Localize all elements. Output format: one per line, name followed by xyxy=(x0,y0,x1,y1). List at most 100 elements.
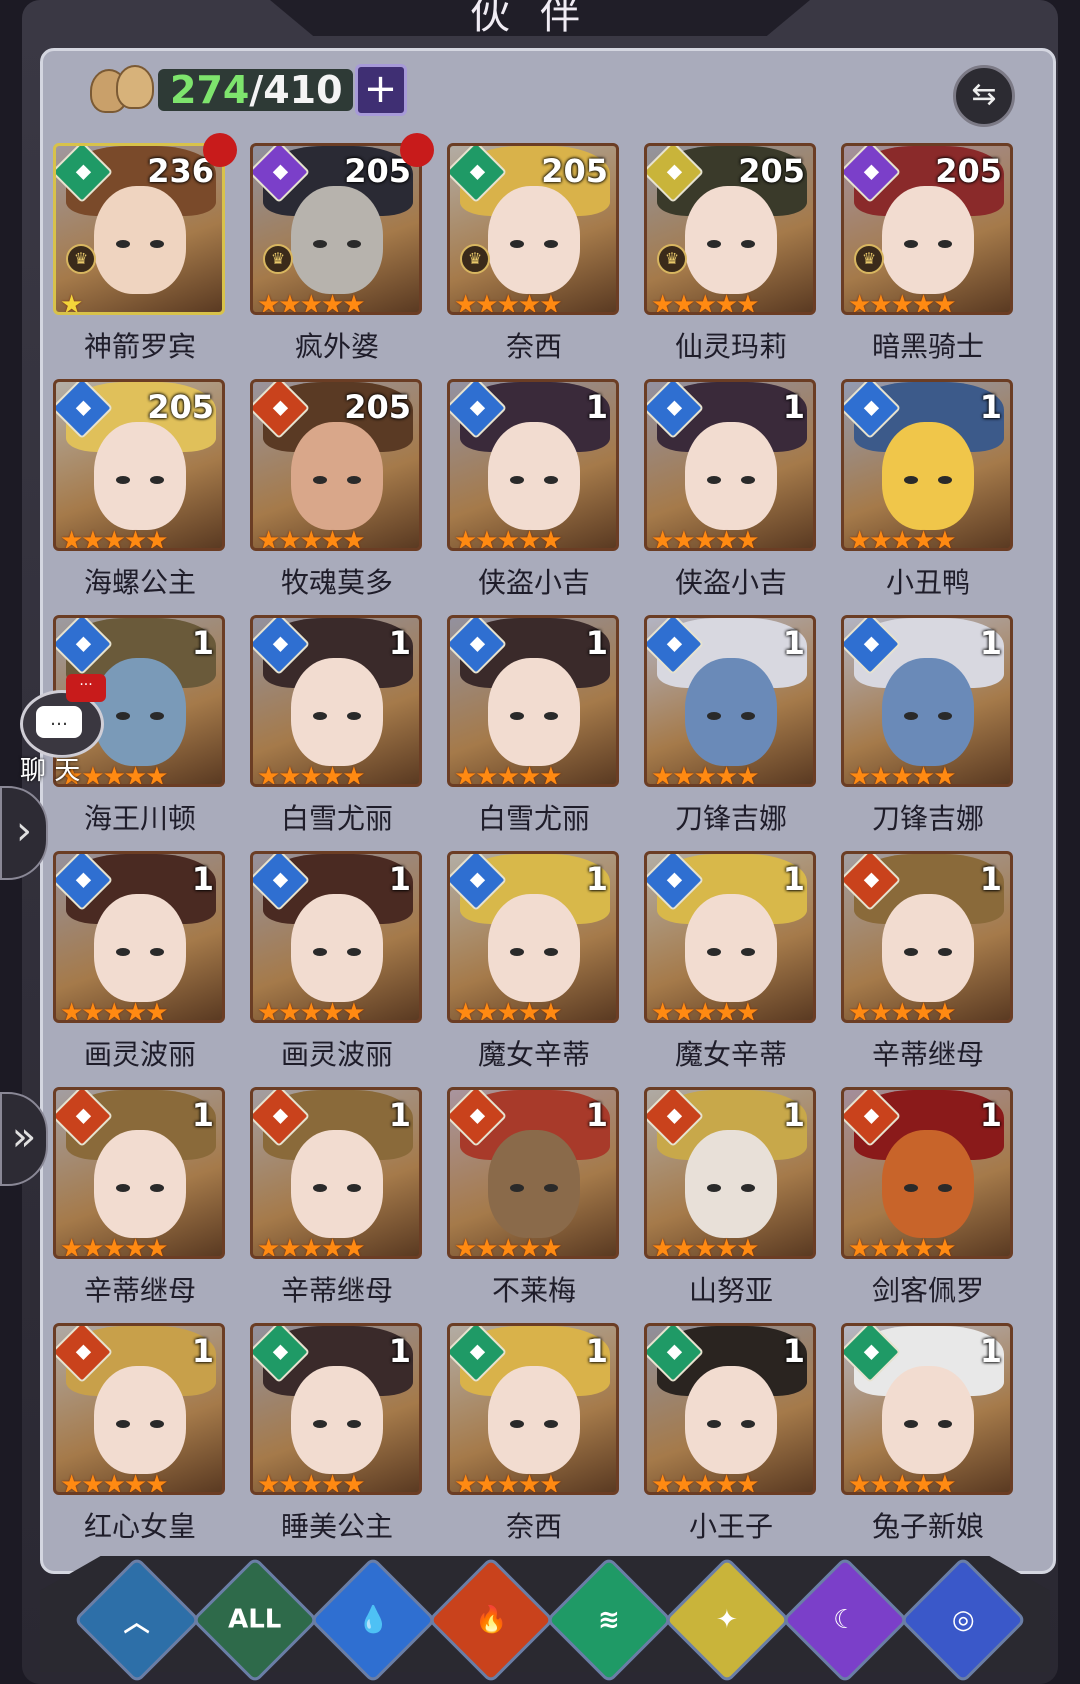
filter-label: 💧 xyxy=(356,1605,390,1635)
partner-name: 侠盗小吉 xyxy=(674,566,787,599)
partner-card[interactable]: ◆ 1 ★★★★★ 剑客佩罗 xyxy=(841,1087,1015,1309)
partner-portrait: ◆ 1 ★★★★★ xyxy=(644,379,816,551)
chat-icon: … xyxy=(36,706,82,738)
partner-level: 1 xyxy=(782,1096,805,1134)
partner-portrait: ◆ 1 ★★★★★ xyxy=(841,851,1013,1023)
partner-card[interactable]: ◆ 205 ★★★★★ 牧魂莫多 xyxy=(250,379,424,601)
light-filter-icon[interactable]: ✦ xyxy=(663,1556,791,1684)
partner-card[interactable]: ◆ 1 ★★★★★ 辛蒂继母 xyxy=(53,1087,227,1309)
star-rating: ★★★★★ xyxy=(454,1470,563,1495)
roster-counter: 274 / 410 + xyxy=(88,64,407,116)
partner-card[interactable]: ◆ 1 ★★★★★ 兔子新娘 xyxy=(841,1323,1015,1545)
partner-name: 白雪尤丽 xyxy=(280,802,393,835)
partner-portrait: ◆ 1 ★★★★★ xyxy=(841,1323,1013,1495)
filter-label: ︿ xyxy=(123,1607,151,1638)
portrait-face xyxy=(882,894,974,1002)
portrait-face xyxy=(488,658,580,766)
portrait-face xyxy=(685,186,777,294)
portrait-face xyxy=(488,422,580,530)
partner-card[interactable]: ◆ 1 ★★★★★ 刀锋吉娜 xyxy=(644,615,818,837)
partner-card[interactable]: ◆ 1 ★★★★★ 白雪尤丽 xyxy=(447,615,621,837)
portrait-face xyxy=(94,422,186,530)
partner-card[interactable]: ◆ 1 ★★★★★ 不莱梅 xyxy=(447,1087,621,1309)
water-filter-icon[interactable]: 💧 xyxy=(309,1556,437,1684)
partner-portrait: ◆ 236 ♛ ★ xyxy=(53,143,225,315)
partner-level: 205 xyxy=(147,388,214,426)
portrait-face xyxy=(882,422,974,530)
portrait-face xyxy=(882,1366,974,1474)
partner-level: 205 xyxy=(344,388,411,426)
partner-card[interactable]: ◆ 1 ★★★★★ 刀锋吉娜 xyxy=(841,615,1015,837)
partner-card[interactable]: ◆ 1 ★★★★★ 山努亚 xyxy=(644,1087,818,1309)
partner-portrait: ◆ 1 ★★★★★ xyxy=(447,615,619,787)
partner-portrait: ◆ 205 ♛ ★★★★★ xyxy=(841,143,1013,315)
portrait-face xyxy=(291,1130,383,1238)
partner-card[interactable]: ◆ 1 ★★★★★ 侠盗小吉 xyxy=(447,379,621,601)
partner-portrait: ◆ 205 ♛ ★★★★★ xyxy=(250,143,422,315)
portrait-face xyxy=(94,1366,186,1474)
fire-filter-icon[interactable]: 🔥 xyxy=(427,1556,555,1684)
star-rating: ★★★★★ xyxy=(454,526,563,551)
notification-badge xyxy=(203,133,237,167)
chat-button[interactable]: … ··· 聊 天 xyxy=(14,674,106,786)
partner-card[interactable]: ◆ 205 ♛ ★★★★★ 暗黑骑士 xyxy=(841,143,1015,365)
partner-card[interactable]: ◆ 205 ♛ ★★★★★ 奈西 xyxy=(447,143,621,365)
portrait-face xyxy=(291,658,383,766)
partner-level: 1 xyxy=(191,1332,214,1370)
partner-card[interactable]: ◆ 1 ★★★★★ 奈西 xyxy=(447,1323,621,1545)
partner-card[interactable]: ◆ 1 ★★★★★ 辛蒂继母 xyxy=(250,1087,424,1309)
partner-card[interactable]: ◆ 1 ★★★★★ 魔女辛蒂 xyxy=(447,851,621,1073)
chat-label: 聊 天 xyxy=(20,756,81,786)
portrait-face xyxy=(94,186,186,294)
partner-card[interactable]: ◆ 236 ♛ ★ 神箭罗宾 xyxy=(53,133,237,365)
wind-filter-icon[interactable]: ≋ xyxy=(545,1556,673,1684)
rank-filter-icon[interactable]: ︿ xyxy=(73,1556,201,1684)
space-filter-icon[interactable]: ◎ xyxy=(899,1556,1027,1684)
star-rating: ★★★★★ xyxy=(848,762,957,787)
partner-card[interactable]: ◆ 205 ♛ ★★★★★ 仙灵玛莉 xyxy=(644,143,818,365)
partner-level: 205 xyxy=(738,152,805,190)
star-rating: ★★★★★ xyxy=(848,998,957,1023)
partner-name: 辛蒂继母 xyxy=(871,1038,984,1071)
swap-sort-button[interactable]: ⇆ xyxy=(953,65,1015,127)
partner-card[interactable]: ◆ 1 ★★★★★ 小王子 xyxy=(644,1323,818,1545)
roster-max: 410 xyxy=(263,68,343,112)
partner-name: 疯外婆 xyxy=(294,330,379,363)
partner-name: 奈西 xyxy=(505,330,562,363)
partner-card[interactable]: ◆ 1 ★★★★★ 侠盗小吉 xyxy=(644,379,818,601)
partner-name: 红心女皇 xyxy=(83,1510,196,1543)
filter-label: ✦ xyxy=(716,1604,738,1635)
partner-card[interactable]: ◆ 1 ★★★★★ 辛蒂继母 xyxy=(841,851,1015,1073)
partner-portrait: ◆ 1 ★★★★★ xyxy=(250,851,422,1023)
partner-card[interactable]: ◆ 1 ★★★★★ 红心女皇 xyxy=(53,1323,227,1545)
star-rating: ★★★★★ xyxy=(257,998,366,1023)
portrait-face xyxy=(291,186,383,294)
portrait-face xyxy=(685,1366,777,1474)
partner-card[interactable]: ◆ 1 ★★★★★ 睡美公主 xyxy=(250,1323,424,1545)
partner-level: 1 xyxy=(979,1096,1002,1134)
partner-card[interactable]: ◆ 1 ★★★★★ 画灵波丽 xyxy=(53,851,227,1073)
all-filter-icon[interactable]: ALL xyxy=(191,1556,319,1684)
partner-card[interactable]: ◆ 205 ★★★★★ 海螺公主 xyxy=(53,379,227,601)
partner-card[interactable]: ◆ 205 ♛ ★★★★★ 疯外婆 xyxy=(250,133,434,365)
partner-level: 1 xyxy=(782,860,805,898)
filter-label: 🔥 xyxy=(474,1605,508,1635)
partner-name: 不莱梅 xyxy=(491,1274,576,1307)
crown-icon: ♛ xyxy=(657,244,687,274)
partner-card[interactable]: ◆ 1 ★★★★★ 魔女辛蒂 xyxy=(644,851,818,1073)
portrait-face xyxy=(488,186,580,294)
partner-card[interactable]: ◆ 1 ★★★★★ 画灵波丽 xyxy=(250,851,424,1073)
partner-panel: 274 / 410 + ⇆ ◆ 236 ♛ ★ 神箭罗宾 ◆ 205 ♛ ★★★… xyxy=(40,48,1056,1574)
add-slots-button[interactable]: + xyxy=(354,64,407,116)
star-rating: ★★★★★ xyxy=(454,290,563,315)
partner-portrait: ◆ 1 ★★★★★ xyxy=(447,1323,619,1495)
partner-level: 1 xyxy=(979,624,1002,662)
partner-level: 1 xyxy=(191,1096,214,1134)
partner-card[interactable]: ◆ 1 ★★★★★ 小丑鸭 xyxy=(841,379,1015,601)
star-rating: ★★★★★ xyxy=(257,1470,366,1495)
dark-filter-icon[interactable]: ☾ xyxy=(781,1556,909,1684)
partner-portrait: ◆ 1 ★★★★★ xyxy=(644,615,816,787)
partner-card[interactable]: ◆ 1 ★★★★★ 白雪尤丽 xyxy=(250,615,424,837)
partner-name: 侠盗小吉 xyxy=(477,566,590,599)
partner-level: 1 xyxy=(782,1332,805,1370)
